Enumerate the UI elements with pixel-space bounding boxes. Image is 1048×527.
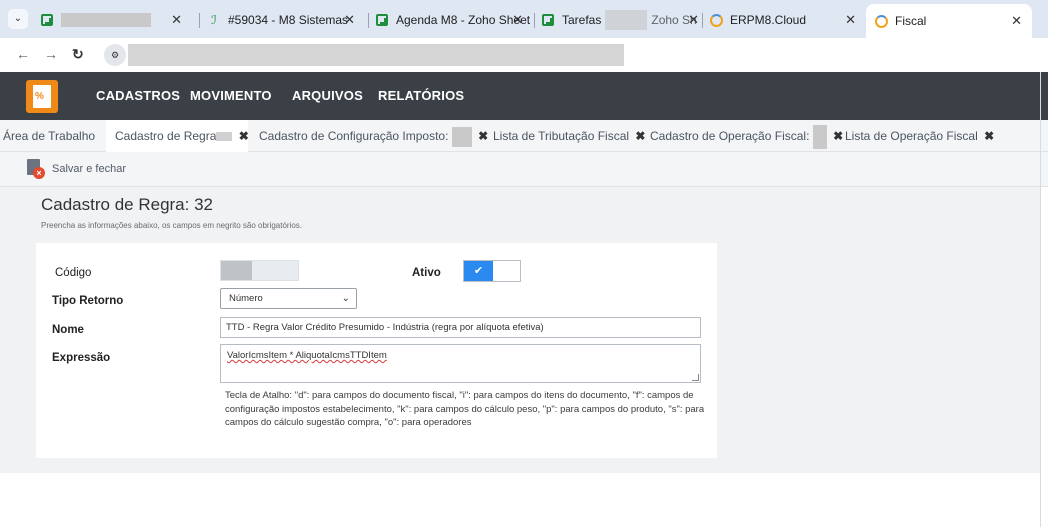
tab-cadastro-de-regra[interactable]: Cadastro de Regra ✖	[106, 120, 249, 152]
spreadsheet-icon	[375, 13, 389, 27]
close-tab-icon[interactable]: ✖	[984, 129, 994, 143]
browser-tab-active[interactable]: Fiscal ✕	[866, 4, 1032, 38]
main-content: Cadastro de Regra: 32 Preencha as inform…	[0, 187, 1040, 473]
form-card: Código Ativo ✔ Tipo Retorno Número ⌄ Nom…	[36, 243, 717, 458]
tab-search-menu-button[interactable]: ⌄	[8, 9, 28, 29]
close-tab-icon[interactable]: ✕	[1011, 13, 1022, 29]
close-tab-icon[interactable]: ✖	[833, 129, 843, 143]
code-field[interactable]	[220, 260, 299, 281]
redacted-tab-text	[216, 132, 233, 142]
tab-area-de-trabalho[interactable]: Área de Trabalho	[0, 120, 104, 152]
tab-lista-tributacao-fiscal[interactable]: Lista de Tributação Fiscal ✖	[493, 120, 645, 152]
code-label: Código	[55, 267, 92, 279]
browser-tab-3[interactable]: Agenda M8 - Zoho Sheet ✕	[375, 6, 533, 34]
app-header: % CADASTROS MOVIMENTO ARQUIVOS RELATÓRIO…	[0, 72, 1048, 120]
scrollbar-track[interactable]	[1040, 72, 1041, 527]
address-bar-row: ← → ↻ ⚙	[0, 38, 1048, 72]
redacted-tab-title	[605, 10, 648, 30]
check-icon: ✔	[464, 261, 493, 281]
browser-tabstrip: ⌄ ✕ ℐ #59034 - M8 Sistemas ✕ Agenda M8 -…	[0, 0, 1048, 38]
browser-tab-4[interactable]: Tarefas Zoho Sh ✕	[541, 6, 709, 34]
close-tab-icon[interactable]: ✕	[688, 12, 699, 28]
close-tab-icon[interactable]: ✖	[478, 129, 488, 143]
app-tabs: Área de Trabalho Cadastro de Regra ✖ Cad…	[0, 120, 1048, 152]
return-type-label: Tipo Retorno	[52, 295, 124, 307]
back-icon[interactable]: ←	[16, 46, 30, 62]
close-tab-icon[interactable]: ✖	[239, 129, 249, 143]
tab-title: Tarefas	[562, 13, 602, 27]
save-and-close-button[interactable]: × Salvar e fechar	[26, 158, 126, 180]
tab-title: #59034 - M8 Sistemas	[228, 13, 349, 27]
site-info-icon[interactable]: ⚙	[104, 44, 126, 66]
redacted-tab-text	[451, 126, 472, 147]
tab-title: Fiscal	[895, 14, 927, 28]
ticket-icon: ℐ	[211, 13, 217, 27]
browser-tab-5[interactable]: ERPM8.Cloud ✕	[709, 6, 866, 34]
close-tab-icon[interactable]: ✖	[635, 129, 645, 143]
save-and-close-label: Salvar e fechar	[52, 163, 126, 175]
tab-lista-operacao-fiscal[interactable]: Lista de Operação Fiscal ✖	[845, 120, 994, 152]
forward-icon[interactable]: →	[44, 46, 58, 62]
tab-title: Agenda M8 - Zoho Sheet	[396, 13, 531, 27]
reload-icon[interactable]: ↻	[72, 46, 84, 63]
loading-ring-icon	[709, 13, 723, 27]
name-field[interactable]: TTD - Regra Valor Crédito Presumido - In…	[220, 317, 701, 338]
tab-cadastro-configuracao-imposto[interactable]: Cadastro de Configuração Imposto: ✖	[259, 120, 488, 152]
spreadsheet-icon	[541, 13, 555, 27]
return-type-select[interactable]: Número ⌄	[220, 288, 357, 309]
expression-label: Expressão	[52, 352, 111, 364]
browser-tab-1[interactable]: ✕	[40, 6, 192, 34]
toolbar: × Salvar e fechar	[0, 152, 1048, 187]
loading-ring-icon	[874, 14, 888, 28]
menu-arquivos[interactable]: ARQUIVOS	[292, 72, 363, 120]
close-tab-icon[interactable]: ✕	[512, 12, 523, 28]
redacted-tab-title	[61, 13, 151, 27]
menu-movimento[interactable]: MOVIMENTO	[190, 72, 272, 120]
browser-tab-2[interactable]: ℐ #59034 - M8 Sistemas ✕	[207, 6, 365, 34]
redacted-tab-text	[812, 124, 827, 149]
shortcut-hint-text: Tecla de Atalho: "d": para campos do doc…	[225, 390, 705, 428]
close-tab-icon[interactable]: ✕	[845, 12, 856, 28]
close-tab-icon[interactable]: ✕	[171, 12, 182, 28]
name-label: Nome	[52, 324, 84, 336]
expression-textarea[interactable]: ValorIcmsItem * AliquotaIcmsTTDItem	[220, 344, 701, 383]
app-logo-icon[interactable]: %	[26, 80, 58, 113]
menu-cadastros[interactable]: CADASTROS	[96, 72, 180, 120]
save-close-icon: ×	[26, 159, 46, 179]
spreadsheet-icon	[40, 13, 54, 27]
page-title: Cadastro de Regra: 32	[41, 195, 213, 214]
resize-handle-icon[interactable]	[692, 374, 699, 381]
chevron-down-icon: ⌄	[341, 293, 350, 304]
active-toggle[interactable]: ✔	[463, 260, 521, 282]
tab-cadastro-operacao-fiscal[interactable]: Cadastro de Operação Fiscal: ✖	[650, 120, 843, 152]
page-subtitle: Preencha as informações abaixo, os campo…	[41, 221, 303, 230]
close-tab-icon[interactable]: ✕	[344, 12, 355, 28]
active-label: Ativo	[412, 267, 441, 279]
menu-relatorios[interactable]: RELATÓRIOS	[378, 72, 464, 120]
tab-title: ERPM8.Cloud	[730, 13, 807, 27]
url-field-redacted[interactable]	[128, 44, 624, 66]
